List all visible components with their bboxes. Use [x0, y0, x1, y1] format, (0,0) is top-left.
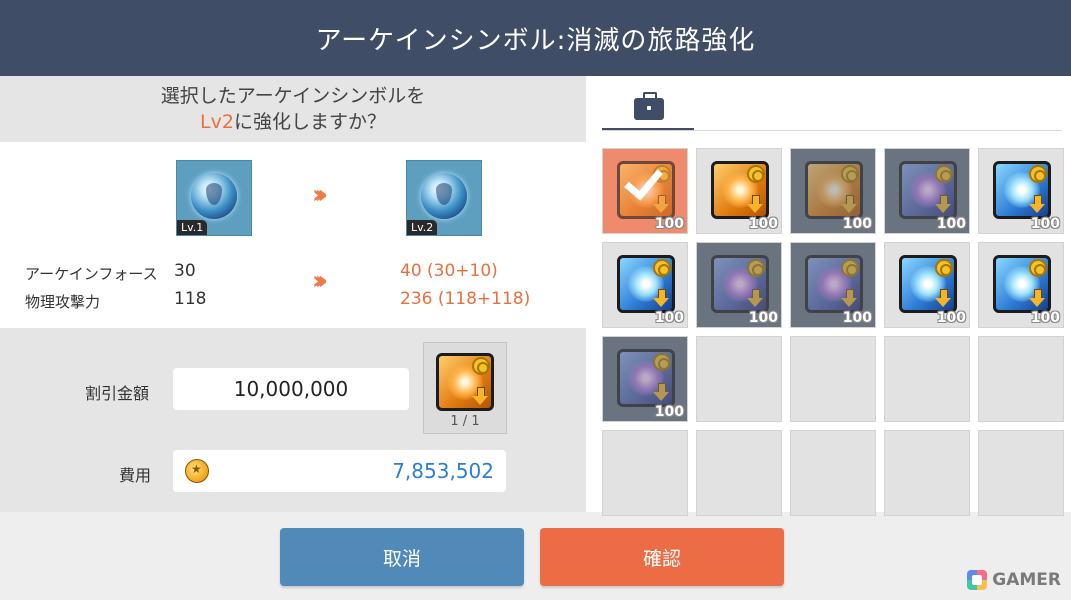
- slot-quantity: 100: [748, 310, 778, 326]
- dialog-title: アーケインシンボル:消滅の旅路強化: [0, 0, 1071, 76]
- stat-next-arcane-force: 40 (30+10): [400, 261, 498, 281]
- empty-slot: [978, 430, 1064, 516]
- blue-symbol-icon: [993, 161, 1051, 219]
- cost-value: 7,853,502: [392, 459, 494, 483]
- watermark-text: GAMER: [992, 570, 1061, 590]
- empty-slot: [602, 430, 688, 516]
- slot-quantity: 100: [1030, 216, 1060, 232]
- gamer-watermark: GAMER: [967, 570, 1061, 590]
- inventory-slot[interactable]: 100: [696, 148, 782, 234]
- inventory-slot[interactable]: 100: [884, 148, 970, 234]
- cost-label: 費用: [119, 466, 152, 485]
- stat-next-attack: 236 (118+118): [400, 289, 531, 309]
- tab-bag[interactable]: [602, 90, 694, 130]
- cost-field: 7,853,502: [173, 450, 506, 492]
- symbol-info: Lv.1 ››› Lv.2 アーケインフォース 30 40 (30+10) ››…: [0, 142, 586, 328]
- discount-item-slot[interactable]: 1 / 1: [423, 342, 507, 434]
- discount-item-icon: [436, 353, 494, 411]
- next-symbol-icon: Lv.2: [406, 160, 482, 236]
- slot-quantity: 100: [1030, 310, 1060, 326]
- meso-coin-icon: [185, 459, 209, 483]
- stat-current-attack: 118: [174, 289, 207, 309]
- slot-quantity: 100: [842, 216, 872, 232]
- current-symbol-icon: Lv.1: [176, 160, 252, 236]
- cancel-button[interactable]: 取消: [280, 528, 524, 586]
- bag-icon: [634, 92, 664, 120]
- blue-symbol-icon: [993, 255, 1051, 313]
- inventory-slot[interactable]: 100: [978, 148, 1064, 234]
- discount-item-count: 1 / 1: [450, 414, 480, 429]
- upgrade-panel: 選択したアーケインシンボルを Lv2に強化しますか？ Lv.1 ››› Lv.2…: [0, 76, 586, 512]
- confirm-question: 選択したアーケインシンボルを Lv2に強化しますか？: [0, 76, 586, 142]
- stat-current-arcane-force: 30: [174, 261, 196, 281]
- orange-symbol-icon: [711, 161, 769, 219]
- purple-symbol-icon: [805, 255, 863, 313]
- question-line1: 選択したアーケインシンボルを: [160, 85, 426, 107]
- purple-symbol-icon: [711, 255, 769, 313]
- inventory-slot[interactable]: 100: [602, 242, 688, 328]
- level-arrow-icon: ›››: [312, 180, 328, 210]
- question-line2: Lv2に強化しますか？: [200, 109, 386, 135]
- inventory-slot[interactable]: 100: [602, 336, 688, 422]
- confirm-button[interactable]: 確認: [540, 528, 784, 586]
- slot-quantity: 100: [748, 216, 778, 232]
- inventory-slot[interactable]: 100: [696, 242, 782, 328]
- inventory-slot[interactable]: 100: [790, 148, 876, 234]
- empty-slot: [884, 336, 970, 422]
- empty-slot: [790, 336, 876, 422]
- inventory-slot[interactable]: 100: [978, 242, 1064, 328]
- stat-label-arcane-force: アーケインフォース: [25, 265, 158, 283]
- blue-symbol-icon: [899, 255, 957, 313]
- next-level-badge: Lv.2: [407, 220, 438, 235]
- inventory-slot[interactable]: 100: [790, 242, 876, 328]
- discount-field: 10,000,000: [173, 368, 409, 410]
- inventory-slot[interactable]: 100: [602, 148, 688, 234]
- empty-slot: [696, 336, 782, 422]
- slot-quantity: 100: [936, 310, 966, 326]
- empty-slot: [884, 430, 970, 516]
- cost-area: 割引金額 10,000,000 1 / 1 費用 7,853,502: [0, 328, 586, 512]
- current-level-badge: Lv.1: [177, 220, 208, 235]
- checkmark-icon: [625, 161, 665, 201]
- slot-quantity: 100: [654, 216, 684, 232]
- inventory-slot[interactable]: 100: [884, 242, 970, 328]
- question-line2-text: に強化しますか？: [233, 111, 386, 133]
- empty-slot: [978, 336, 1064, 422]
- blue-symbol-icon: [617, 255, 675, 313]
- orange-symbol-icon: [805, 161, 863, 219]
- slot-quantity: 100: [654, 310, 684, 326]
- empty-slot: [696, 430, 782, 516]
- purple-symbol-icon: [617, 349, 675, 407]
- stat-label-attack: 物理攻撃力: [25, 293, 101, 311]
- gamer-logo-icon: [967, 570, 988, 590]
- stat-arrow-icon: ›››: [312, 266, 328, 296]
- target-level: Lv2: [200, 111, 234, 133]
- empty-slot: [790, 430, 876, 516]
- tab-divider: [602, 130, 1062, 131]
- slot-quantity: 100: [936, 216, 966, 232]
- slot-quantity: 100: [842, 310, 872, 326]
- inventory-panel: 100 100 100 100 100 100 100 100 100 100 100: [586, 76, 1071, 516]
- purple-symbol-icon: [899, 161, 957, 219]
- slot-quantity: 100: [654, 404, 684, 420]
- discount-label: 割引金額: [85, 384, 150, 403]
